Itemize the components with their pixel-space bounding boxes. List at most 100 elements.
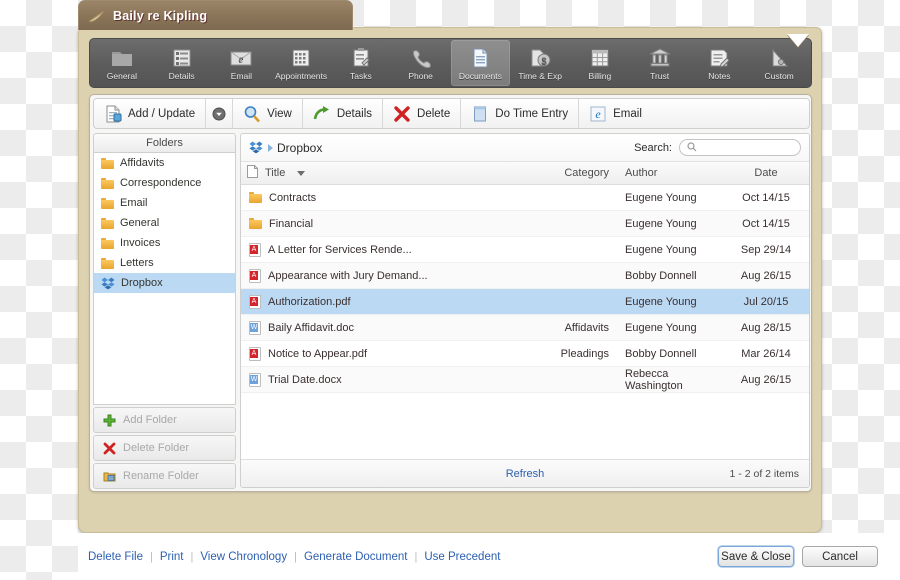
delete-button[interactable]: Delete [383,99,462,128]
svg-text:e: e [595,107,601,121]
pdf-icon [249,242,261,257]
cancel-button[interactable]: Cancel [802,546,878,567]
rename-folder-button[interactable]: Rename Folder [93,463,236,489]
action-label: Email [613,107,642,120]
refresh-link[interactable]: Refresh [506,468,545,480]
row-date: Aug 28/15 [740,321,792,334]
row-author: Eugene Young [625,191,697,204]
ribbon-item-email[interactable]: e Email [212,40,272,86]
document-add-icon [104,105,122,123]
delete-file-link[interactable]: Delete File [88,551,143,563]
delete-folder-button[interactable]: Delete Folder [93,435,236,461]
table-row[interactable]: Financial Eugene Young Oct 14/15 [241,211,809,237]
ribbon-label: Appointments [275,70,328,81]
row-title: Trial Date.docx [268,373,342,386]
add-update-button[interactable]: Add / Update [94,99,207,128]
action-label: Details [336,107,373,120]
ribbon-item-trust[interactable]: Trust [630,40,690,86]
folder-item-dropbox[interactable]: Dropbox [94,273,235,293]
search-input[interactable] [701,141,797,154]
ribbon-item-appointments[interactable]: Appointments [271,40,331,86]
table-row[interactable]: Contracts Eugene Young Oct 14/15 [241,185,809,211]
magnifier-icon [243,105,261,123]
module-ribbon: General Details e Email Appointments Tas… [89,38,812,88]
view-chronology-link[interactable]: View Chronology [200,551,287,563]
table-row[interactable]: Notice to Appear.pdf Pleadings Bobby Don… [241,341,809,367]
use-precedent-link[interactable]: Use Precedent [424,551,500,563]
view-button[interactable]: View [233,99,303,128]
green-arrow-icon [313,105,331,123]
details-button[interactable]: Details [302,99,384,128]
column-header-date[interactable]: Date [725,167,807,179]
ribbon-label: Custom [764,70,794,81]
ribbon-item-notes[interactable]: Notes [690,40,750,86]
folder-button-label: Rename Folder [123,470,199,482]
list-footer: Refresh 1 - 2 of 2 items [241,459,809,487]
folder-item-affidavits[interactable]: Affidavits [94,153,235,173]
ribbon-item-tasks[interactable]: Tasks [331,40,391,86]
ribbon-item-details[interactable]: Details [152,40,212,86]
add-folder-button[interactable]: Add Folder [93,407,236,433]
rename-icon [103,470,116,483]
add-update-dropdown[interactable] [206,99,234,128]
do-time-entry-button[interactable]: Do Time Entry [461,99,580,128]
action-label: Add / Update [128,107,196,120]
phone-icon [408,46,434,70]
folder-item-correspondence[interactable]: Correspondence [94,173,235,193]
folder-item-invoices[interactable]: Invoices [94,233,235,253]
folder-action-buttons: Add Folder Delete Folder Rename Folder [93,407,236,491]
chevron-down-circle-icon [212,107,226,121]
column-header-category[interactable]: Category [517,167,613,179]
ribbon-item-general[interactable]: General [92,40,152,86]
ribbon-item-billing[interactable]: Billing [570,40,630,86]
ribbon-label: Billing [588,70,612,81]
search-box[interactable] [679,139,801,156]
ribbon-label: Notes [708,70,731,81]
row-date: Sep 29/14 [740,243,792,256]
ribbon-item-documents[interactable]: Documents [450,40,511,86]
ribbon-label: Phone [408,70,433,81]
row-author: Eugene Young [625,295,697,308]
row-date: Oct 14/15 [742,191,790,204]
action-label: Delete [417,107,451,120]
search-area: Search: [634,139,801,156]
dropbox-icon [101,277,115,290]
ribbon-item-time-exp[interactable]: $ Time & Exp [510,40,570,86]
documents-panel: Add / Update View Details Delete Do Time… [89,94,812,492]
separator: | [294,550,297,563]
folders-list: Affidavits Correspondence Email General [93,153,236,405]
folder-label: Affidavits [120,157,165,169]
sort-desc-icon[interactable] [297,170,306,176]
column-header-title[interactable]: Title [265,167,285,179]
save-close-button[interactable]: Save & Close [718,546,794,567]
folder-item-letters[interactable]: Letters [94,253,235,273]
window-title: Baily re Kipling [113,8,208,23]
svg-text:$: $ [542,56,547,66]
row-author: Bobby Donnell [625,269,697,282]
row-date: Aug 26/15 [740,373,792,386]
window-title-tab[interactable]: Baily re Kipling [78,0,353,30]
table-row[interactable]: Trial Date.docx Rebecca Washington Aug 2… [241,367,809,393]
row-author: Eugene Young [625,217,697,230]
email-button[interactable]: e Email [579,99,809,128]
generate-document-link[interactable]: Generate Document [304,551,408,563]
table-row[interactable]: Appearance with Jury Demand... Bobby Don… [241,263,809,289]
ribbon-label: Documents [458,70,502,81]
table-row-selected[interactable]: Authorization.pdf Eugene Young Jul 20/15 [241,289,809,315]
folder-item-general[interactable]: General [94,213,235,233]
column-header-author[interactable]: Author [613,167,725,179]
table-row[interactable]: A Letter for Services Rende... Eugene Yo… [241,237,809,263]
row-author: Bobby Donnell [625,347,697,360]
window-body: General Details e Email Appointments Tas… [78,27,822,533]
table-row[interactable]: Baily Affidavit.doc Affidavits Eugene Yo… [241,315,809,341]
folder-item-email[interactable]: Email [94,193,235,213]
ribbon-item-phone[interactable]: Phone [391,40,451,86]
triangle-down-icon[interactable] [787,34,809,47]
action-label: Do Time Entry [495,107,569,120]
folder-button-label: Add Folder [123,414,177,426]
folder-label: Invoices [120,237,161,249]
folder-label: Email [120,197,148,209]
print-link[interactable]: Print [160,551,184,563]
folder-icon [101,157,114,169]
separator: | [149,550,153,563]
